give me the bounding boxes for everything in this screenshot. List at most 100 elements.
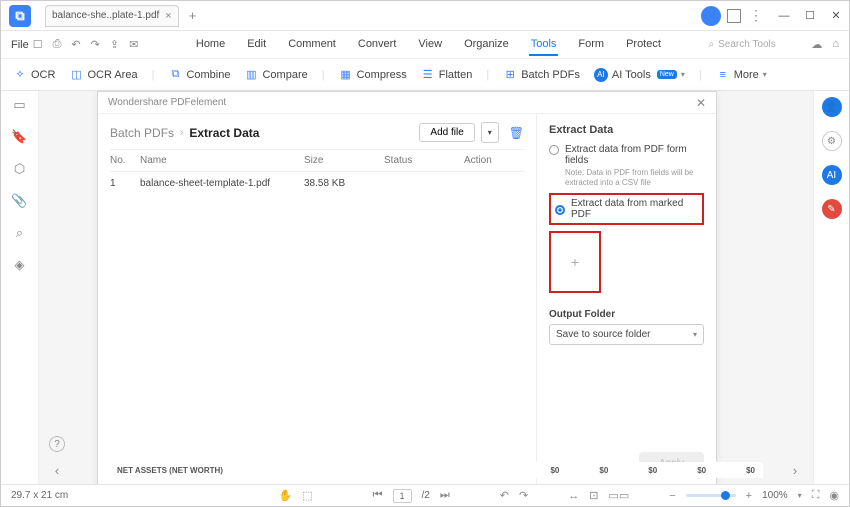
help-button[interactable]: ? (49, 436, 65, 452)
breadcrumb-root[interactable]: Batch PDFs (110, 126, 174, 140)
add-file-dropdown[interactable]: ▾ (481, 122, 499, 143)
close-tab-icon[interactable]: × (165, 10, 171, 22)
document-canvas: Wondershare PDFelement ✕ Batch PDFs › Ex… (39, 91, 813, 484)
page-input[interactable]: 1 (393, 489, 412, 503)
doc-val: $0 (599, 466, 608, 475)
menu-organize[interactable]: Organize (462, 34, 511, 56)
option-marked-pdf[interactable]: Extract data from marked PDF (549, 193, 704, 225)
redo-icon[interactable]: ↷ (91, 38, 100, 51)
menu-bar: File ☐ ⎙ ↶ ↷ ⇪ ✉ Home Edit Comment Conve… (1, 31, 849, 59)
doc-val: $0 (550, 466, 559, 475)
minimize-button[interactable]: — (771, 2, 797, 30)
tool-ocr[interactable]: ⟡OCR (13, 68, 55, 82)
compare-icon: ▥ (244, 68, 258, 82)
share-icon[interactable]: ⇪ (110, 38, 119, 51)
output-folder-select[interactable]: Save to source folder ▾ (549, 324, 704, 345)
shield-icon[interactable]: ⬡ (14, 161, 25, 177)
home-icon[interactable]: ⌂ (832, 38, 839, 51)
new-tab-button[interactable]: + (189, 8, 197, 23)
read-mode-icon[interactable]: ◉ (829, 489, 839, 502)
chevron-down-icon: ▾ (681, 70, 685, 79)
fit-width-icon[interactable]: ↔ (568, 490, 579, 502)
user-panel-icon[interactable]: 👤 (822, 97, 842, 117)
output-folder-label: Output Folder (549, 309, 704, 320)
window-mode-icon[interactable] (727, 9, 741, 23)
add-file-button[interactable]: Add file (419, 123, 474, 142)
more-icon: ≡ (716, 68, 730, 82)
layers-icon[interactable]: ◈ (15, 257, 25, 273)
attachment-icon[interactable]: 📎 (11, 193, 27, 209)
save-icon[interactable]: ☐ (33, 38, 43, 51)
menu-protect[interactable]: Protect (624, 34, 663, 56)
bookmark-icon[interactable]: 🔖 (11, 129, 27, 145)
user-avatar[interactable] (701, 6, 721, 26)
menu-edit[interactable]: Edit (245, 34, 268, 56)
document-tab[interactable]: balance-she..plate-1.pdf × (45, 5, 179, 27)
prev-page-arrow[interactable]: ‹ (49, 462, 65, 478)
menu-tools[interactable]: Tools (529, 34, 559, 56)
doc-row-label: NET ASSETS (NET WORTH) (117, 466, 223, 475)
panel-close-button[interactable]: ✕ (696, 96, 706, 110)
cloud-icon[interactable]: ☁ (811, 38, 822, 51)
two-page-icon[interactable]: ▭▭ (608, 489, 629, 502)
last-page-icon[interactable]: ⏭ (440, 489, 450, 502)
menu-convert[interactable]: Convert (356, 34, 399, 56)
tool-flatten[interactable]: ☰Flatten (421, 68, 473, 82)
first-page-icon[interactable]: ⏮ (373, 489, 383, 502)
ai-icon: AI (594, 68, 608, 82)
menu-comment[interactable]: Comment (286, 34, 338, 56)
next-page-arrow[interactable]: › (787, 462, 803, 478)
file-menu[interactable]: File (11, 39, 29, 51)
menu-form[interactable]: Form (576, 34, 606, 56)
zoom-out-icon[interactable]: − (669, 490, 675, 502)
radio-icon (549, 145, 559, 155)
undo-icon[interactable]: ↶ (71, 38, 80, 51)
zoom-dropdown-icon[interactable]: ▾ (798, 491, 802, 500)
fullscreen-icon[interactable]: ⛶ (812, 489, 820, 502)
email-icon[interactable]: ✉ (129, 38, 138, 51)
option-form-fields[interactable]: Extract data from PDF form fields (549, 144, 704, 166)
search-tools[interactable]: ⌕ Search Tools (709, 39, 776, 50)
add-mark-area-button[interactable]: + (549, 231, 601, 293)
menu-home[interactable]: Home (194, 34, 227, 56)
tool-combine[interactable]: ⧉Combine (168, 68, 230, 82)
menu-view[interactable]: View (416, 34, 444, 56)
rotate-left-icon[interactable]: ↶ (500, 489, 509, 502)
feedback-icon[interactable]: ✎ (822, 199, 842, 219)
tool-more[interactable]: ≡More▾ (716, 68, 767, 82)
print-icon[interactable]: ⎙ (53, 38, 62, 51)
page-total: /2 (422, 490, 430, 501)
tab-title: balance-she..plate-1.pdf (52, 10, 159, 21)
col-status: Status (384, 155, 464, 166)
option-marked-pdf-label: Extract data from marked PDF (571, 198, 698, 220)
row-action (464, 178, 524, 189)
breadcrumb-current: Extract Data (189, 126, 259, 140)
maximize-button[interactable]: ☐ (797, 2, 823, 30)
fit-page-icon[interactable]: ⊡ (589, 489, 598, 502)
rotate-right-icon[interactable]: ↷ (519, 489, 528, 502)
options-title: Extract Data (549, 124, 704, 136)
thumbnails-icon[interactable]: ▭ (13, 97, 25, 113)
app-icon: ⧉ (9, 5, 31, 27)
delete-icon[interactable]: 🗑 (509, 126, 524, 140)
hand-tool-icon[interactable]: ✋ (278, 489, 292, 502)
settings-icon[interactable]: ⚙ (822, 131, 842, 151)
ai-panel-icon[interactable]: AI (822, 165, 842, 185)
main-menu: Home Edit Comment Convert View Organize … (194, 34, 663, 56)
panel-app-name: Wondershare PDFelement (108, 97, 226, 108)
tool-compress[interactable]: ▦Compress (339, 68, 407, 82)
breadcrumb: Batch PDFs › Extract Data Add file ▾ 🗑 (110, 122, 524, 143)
tool-ai-tools[interactable]: AIAI ToolsNew▾ (594, 68, 685, 82)
panel-options: Extract Data Extract data from PDF form … (536, 114, 716, 485)
zoom-in-icon[interactable]: + (746, 490, 752, 502)
zoom-slider[interactable] (686, 494, 736, 497)
tool-compare[interactable]: ▥Compare (244, 68, 307, 82)
table-row[interactable]: 1 balance-sheet-template-1.pdf 38.58 KB (110, 172, 524, 195)
tool-ocr-area[interactable]: ◫OCR Area (69, 68, 137, 82)
more-options-icon[interactable]: ⋮ (749, 7, 763, 24)
chevron-down-icon: ▾ (693, 330, 697, 339)
select-tool-icon[interactable]: ⬚ (302, 489, 312, 502)
tool-batch-pdfs[interactable]: ⊞Batch PDFs (503, 68, 580, 82)
search-icon[interactable]: ⌕ (16, 225, 23, 241)
close-window-button[interactable]: ✕ (823, 2, 849, 30)
